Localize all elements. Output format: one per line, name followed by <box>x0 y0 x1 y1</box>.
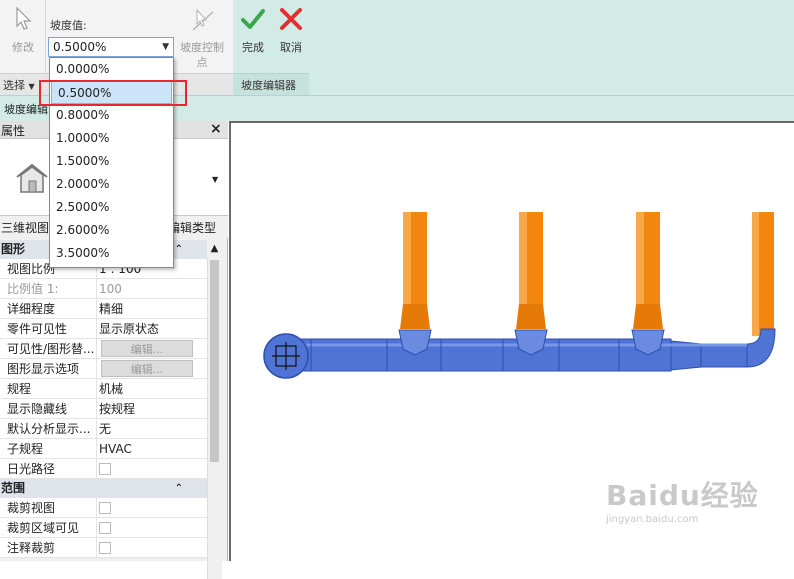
ribbon-context-tab-bg <box>233 0 794 95</box>
dropdown-option[interactable]: 1.0000% <box>50 127 173 150</box>
graphics-rows: 视图比例 1 : 100 比例值 1: 100 详细程度 精细 零件可见性 显示原状态 可见性/… <box>0 259 207 479</box>
property-row: 裁剪区域可见 <box>0 518 207 538</box>
dropdown-option[interactable]: 2.6000% <box>50 219 173 242</box>
property-row: 规程 机械 <box>0 379 207 399</box>
property-name: 图形显示选项 <box>7 362 80 376</box>
dropdown-option[interactable]: 0.0000% <box>50 58 173 81</box>
collapse-icon: ⌃ <box>174 244 183 255</box>
property-value[interactable]: HVAC <box>96 439 195 459</box>
property-name: 规程 <box>7 382 32 396</box>
panel-slope-editor-label: 坡度编辑器 <box>241 79 296 92</box>
checkmark-icon <box>241 9 265 29</box>
property-value[interactable] <box>96 518 195 538</box>
property-name: 比例值 1: <box>7 282 59 296</box>
chevron-down-icon: ▼ <box>162 42 169 52</box>
property-name: 裁剪区域可见 <box>7 521 80 535</box>
property-value[interactable] <box>96 538 195 558</box>
watermark-brand: Baidu经验 <box>606 479 759 512</box>
property-row: 零件可见性 显示原状态 <box>0 319 207 339</box>
slope-control-label-1: 坡度控制 <box>180 41 224 54</box>
slope-control-point-button[interactable]: 坡度控制 点 <box>176 6 228 70</box>
property-value[interactable]: 显示原状态 <box>96 319 195 339</box>
property-row: 默认分析显示... 无 <box>0 419 207 439</box>
cancel-button[interactable]: 取消 <box>274 6 308 55</box>
property-name: 裁剪视图 <box>7 501 56 515</box>
finish-label: 完成 <box>242 41 264 54</box>
property-row: 日光路径 <box>0 459 207 479</box>
checkbox[interactable] <box>99 463 111 475</box>
section-extents-label: 范围 <box>1 481 26 495</box>
cursor-arrow-icon <box>16 6 32 30</box>
modify-label: 修改 <box>12 41 34 54</box>
section-extents[interactable]: 范围 ⌃ <box>0 479 207 498</box>
property-value[interactable]: 精细 <box>96 299 195 319</box>
properties-title: 属性 <box>1 124 26 138</box>
dropdown-option[interactable]: 0.8000% <box>50 104 173 127</box>
property-value[interactable]: 无 <box>96 419 195 439</box>
property-row: 显示隐藏线 按规程 <box>0 399 207 419</box>
house-icon <box>16 163 48 193</box>
edit-type-button[interactable]: 编辑类型 <box>168 219 216 236</box>
property-value[interactable] <box>96 459 195 479</box>
property-value[interactable]: 按规程 <box>96 399 195 419</box>
scrollbar-thumb[interactable] <box>210 260 219 462</box>
property-value[interactable]: 编辑... <box>96 359 195 379</box>
checkbox[interactable] <box>99 522 111 534</box>
property-name: 显示隐藏线 <box>7 402 68 416</box>
dropdown-option[interactable]: 3.5000% <box>50 242 173 265</box>
annotation-highlight-box <box>39 80 187 106</box>
property-row: 比例值 1: 100 <box>0 279 207 299</box>
edit-button[interactable]: 编辑... <box>101 360 193 377</box>
property-row: 裁剪视图 <box>0 498 207 518</box>
dropdown-option[interactable]: 2.0000% <box>50 173 173 196</box>
blue-main-duct <box>263 328 776 379</box>
checkbox[interactable] <box>99 502 111 514</box>
panel-select-text: 选择 <box>3 79 25 92</box>
slope-value-label: 坡度值: <box>50 19 87 32</box>
panel-select-label[interactable]: 选择 ▼ <box>3 77 35 93</box>
ribbon-divider <box>45 0 46 75</box>
watermark: Baidu经验 jingyan.baidu.com <box>606 474 759 525</box>
view-type-label: 三维视图 <box>1 221 50 235</box>
collapse-icon: ⌃ <box>174 483 183 494</box>
property-row: 子规程 HVAC <box>0 439 207 459</box>
slope-combo-value: 0.5000% <box>53 40 107 54</box>
property-row: 图形显示选项 编辑... <box>0 359 207 379</box>
slope-control-label-2: 点 <box>196 56 208 69</box>
property-name: 子规程 <box>7 442 44 456</box>
dropdown-option[interactable]: 1.5000% <box>50 150 173 173</box>
close-icon[interactable]: × <box>210 121 222 137</box>
extents-rows: 裁剪视图裁剪区域可见 注释裁剪 <box>0 498 207 558</box>
property-value[interactable]: 100 <box>96 279 195 299</box>
section-graphics-label: 图形 <box>1 242 26 256</box>
property-name: 可见性/图形替... <box>7 342 95 356</box>
scroll-up-icon[interactable]: ▲ <box>207 240 222 258</box>
slope-control-icon <box>192 8 214 31</box>
modify-button[interactable]: 修改 <box>4 6 42 55</box>
edit-button[interactable]: 编辑... <box>101 340 193 357</box>
close-x-icon <box>280 8 302 30</box>
property-name: 注释裁剪 <box>7 541 56 555</box>
property-name: 默认分析显示... <box>7 422 91 436</box>
chevron-down-icon: ▼ <box>212 175 219 184</box>
property-value[interactable] <box>96 498 195 518</box>
checkbox[interactable] <box>99 542 111 554</box>
property-grid: 图形 ⌃ 视图比例 1 : 100 比例值 1: 100 详细程度 精细 零件可见性 显示原状… <box>0 240 207 558</box>
property-row: 注释裁剪 <box>0 538 207 558</box>
property-value[interactable]: 机械 <box>96 379 195 399</box>
cancel-label: 取消 <box>280 41 302 54</box>
property-name: 日光路径 <box>7 462 56 476</box>
property-row: 可见性/图形替... 编辑... <box>0 339 207 359</box>
property-value[interactable]: 编辑... <box>96 339 195 359</box>
chevron-down-icon: ▼ <box>28 82 35 91</box>
watermark-url: jingyan.baidu.com <box>606 514 699 525</box>
property-row: 详细程度 精细 <box>0 299 207 319</box>
finish-button[interactable]: 完成 <box>236 6 270 55</box>
property-name: 详细程度 <box>7 302 56 316</box>
slope-value-combo[interactable]: 0.5000% ▼ <box>48 37 174 57</box>
dropdown-option[interactable]: 2.5000% <box>50 196 173 219</box>
orange-risers <box>400 212 774 336</box>
property-name: 零件可见性 <box>7 322 68 336</box>
